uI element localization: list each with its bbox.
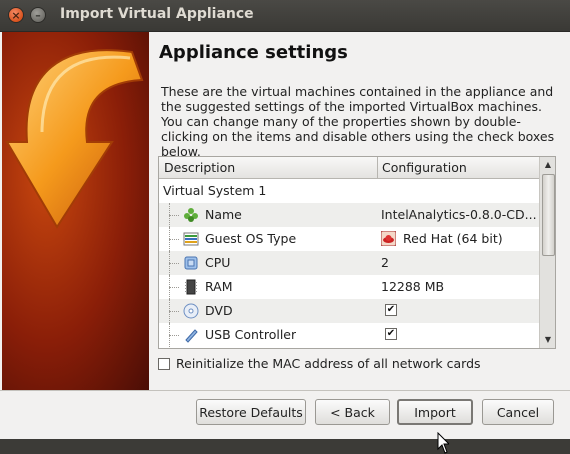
table-row-guest-os[interactable]: Guest OS Type Red Hat (64 bit): [159, 227, 539, 251]
column-header-configuration[interactable]: Configuration: [382, 160, 467, 175]
dvd-icon: [183, 303, 199, 319]
row-label: USB Controller: [205, 327, 297, 342]
dvd-checkbox[interactable]: ✔: [385, 304, 397, 316]
window-title: Import Virtual Appliance: [60, 6, 254, 22]
column-separator: [377, 157, 378, 178]
table-row-cpu[interactable]: CPU 2: [159, 251, 539, 275]
cancel-button[interactable]: Cancel: [482, 399, 554, 425]
reinitialize-mac-label[interactable]: Reinitialize the MAC address of all netw…: [176, 356, 481, 371]
row-value[interactable]: 2: [381, 255, 536, 270]
row-label: RAM: [205, 279, 233, 294]
dialog-body: Appliance settings These are the virtual…: [0, 32, 570, 454]
tree-branch: [169, 311, 179, 312]
ram-icon: [185, 279, 197, 295]
red-hat-icon: [381, 231, 396, 246]
back-button[interactable]: < Back: [315, 399, 390, 425]
row-value[interactable]: Red Hat (64 bit): [403, 231, 503, 246]
table-row-usb-controller[interactable]: USB Controller ✔: [159, 323, 539, 347]
tree-branch: [169, 287, 179, 288]
row-label: DVD: [205, 303, 233, 318]
minimize-window-button[interactable]: –: [30, 7, 46, 23]
row-label: CPU: [205, 255, 231, 270]
title-bar: × – Import Virtual Appliance: [0, 0, 570, 32]
restore-defaults-button[interactable]: Restore Defaults: [196, 399, 306, 425]
close-window-button[interactable]: ×: [8, 7, 24, 23]
table-scrollbar[interactable]: ▲ ▼: [539, 157, 555, 348]
row-value[interactable]: IntelAnalytics-0.8.0-CD...: [381, 207, 536, 222]
tree-branch: [169, 263, 179, 264]
row-label: Guest OS Type: [205, 231, 297, 246]
button-area-separator: [0, 390, 570, 391]
row-label: Name: [205, 207, 242, 222]
scroll-up-arrow-icon[interactable]: ▲: [541, 158, 555, 172]
row-value[interactable]: 12288 MB: [381, 279, 536, 294]
cpu-icon: [184, 256, 198, 270]
table-row-name[interactable]: Name IntelAnalytics-0.8.0-CD...: [159, 203, 539, 227]
usb-icon: [185, 329, 198, 343]
table-header: Description Configuration: [159, 157, 539, 179]
tree-branch: [169, 215, 179, 216]
tree-branch: [169, 239, 179, 240]
page-description: These are the virtual machines contained…: [161, 84, 555, 159]
import-banner-image: [2, 32, 149, 390]
scrollbar-thumb[interactable]: [542, 174, 555, 256]
scroll-down-arrow-icon[interactable]: ▼: [541, 333, 555, 347]
table-row-dvd[interactable]: DVD ✔: [159, 299, 539, 323]
table-row-ram[interactable]: RAM 12288 MB: [159, 275, 539, 299]
table-row-virtual-system[interactable]: Virtual System 1: [159, 179, 539, 203]
column-header-description[interactable]: Description: [164, 160, 235, 175]
appliance-settings-table[interactable]: Description Configuration Virtual System…: [158, 156, 556, 349]
tree-branch: [169, 335, 179, 336]
virtual-system-label: Virtual System 1: [163, 183, 267, 198]
reinitialize-mac-checkbox[interactable]: [158, 358, 170, 370]
usb-controller-checkbox[interactable]: ✔: [385, 328, 397, 340]
guest-os-icon: [183, 232, 199, 246]
name-icon: [184, 208, 198, 222]
page-heading: Appliance settings: [159, 42, 348, 63]
import-arrow-icon: [5, 49, 144, 229]
import-button[interactable]: Import: [397, 399, 473, 425]
mouse-cursor-icon: [437, 432, 449, 454]
